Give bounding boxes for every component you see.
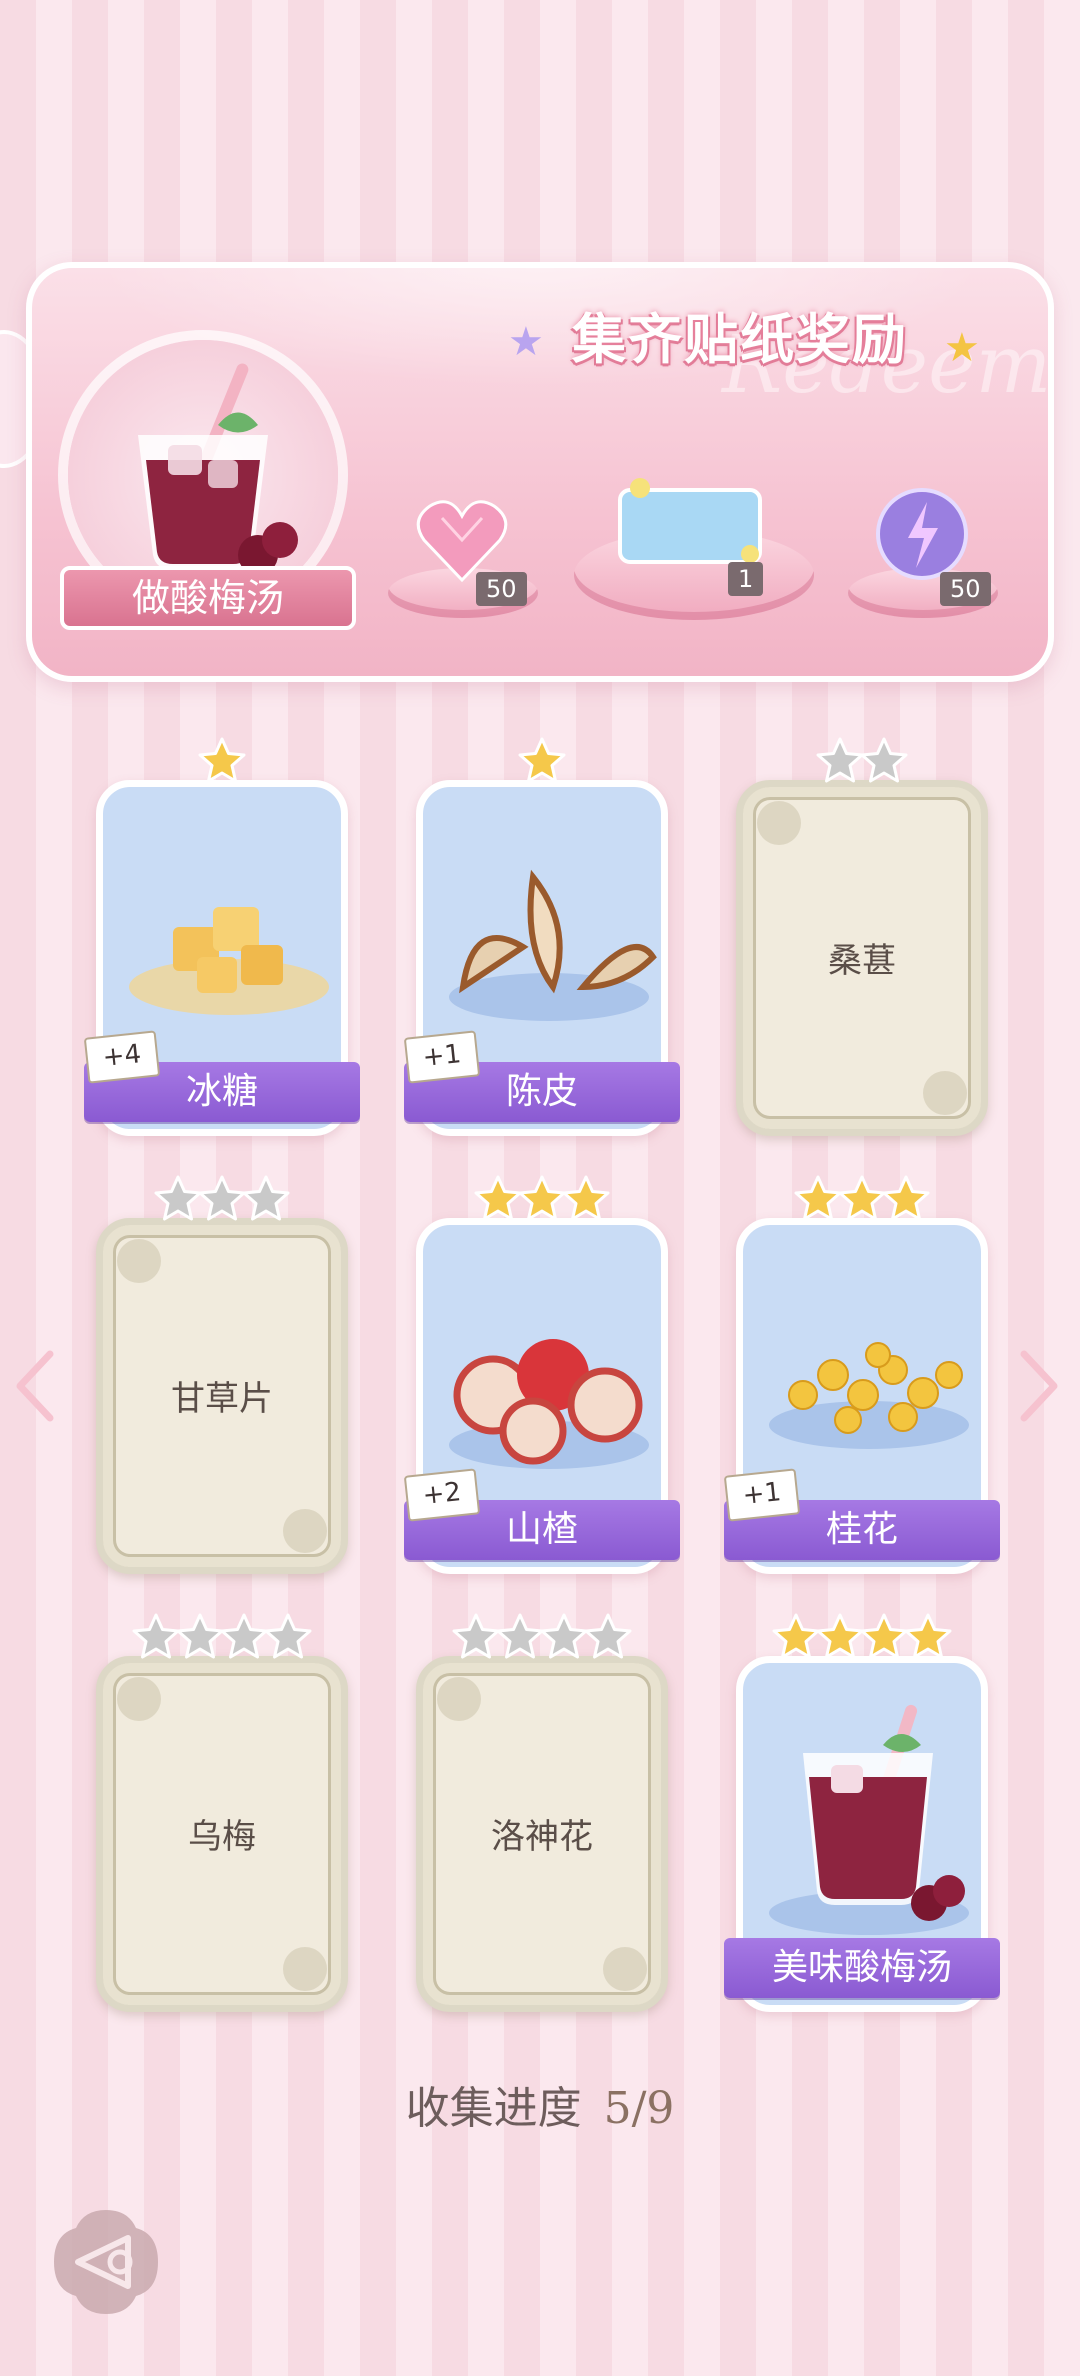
bonus-count-badge: +2 (403, 1468, 481, 1522)
reward-count: 1 (728, 562, 764, 596)
star-rating (416, 1174, 668, 1226)
star-icon (859, 736, 909, 786)
star-icon (197, 736, 247, 786)
gold-star-icon: ★ (944, 325, 980, 371)
sticker-card[interactable]: 桂花 +1 (723, 1175, 1000, 1574)
sticker-card[interactable]: 陈皮 +1 (403, 737, 680, 1136)
prev-page-arrow-icon[interactable] (12, 1346, 58, 1426)
bonus-count-badge: +4 (83, 1030, 161, 1084)
sticker-card[interactable]: 乌梅 (96, 1613, 348, 2012)
sticker-card[interactable]: 甘草片 (96, 1175, 348, 1574)
plum-drink-icon (753, 1673, 981, 1943)
reward-count: 50 (476, 572, 527, 606)
star-icon (495, 1612, 545, 1662)
star-icon (517, 1174, 567, 1224)
reward-gem[interactable]: 50 (384, 480, 544, 620)
card-name: 乌梅 (188, 1817, 256, 1857)
card-name: 洛神花 (491, 1817, 593, 1857)
star-icon (539, 1612, 589, 1662)
hawthorn-icon (433, 1235, 661, 1505)
star-icon (903, 1612, 953, 1662)
star-icon (517, 736, 567, 786)
star-icon (473, 1174, 523, 1224)
star-icon (131, 1612, 181, 1662)
star-rating (736, 1612, 988, 1664)
card-name-ribbon: 美味酸梅汤 (724, 1938, 1000, 1998)
card-frame: 乌梅 (96, 1656, 348, 2012)
sticker-card[interactable]: 美味酸梅汤 (724, 1613, 1000, 2012)
star-rating (96, 1174, 348, 1226)
star-rating (416, 1612, 668, 1664)
card-frame: 桑葚 (736, 780, 988, 1136)
star-icon (793, 1174, 843, 1224)
sticker-card[interactable]: 冰糖 +4 (83, 737, 360, 1136)
star-icon (815, 736, 865, 786)
reward-orb[interactable]: 50 (844, 476, 1004, 620)
lightning-orb-icon (876, 488, 968, 580)
card-frame: 甘草片 (96, 1218, 348, 1574)
star-icon (771, 1612, 821, 1662)
sticker-card[interactable]: 洛神花 (416, 1613, 668, 2012)
reward-count: 50 (940, 572, 991, 606)
sticker-card-icon (618, 478, 762, 564)
collection-progress: 收集进度 5/9 (0, 2072, 1080, 2136)
purple-star-icon: ★ (508, 319, 544, 365)
sticker-card[interactable]: 山楂 +2 (403, 1175, 680, 1574)
star-icon (815, 1612, 865, 1662)
star-icon (583, 1612, 633, 1662)
star-icon (451, 1612, 501, 1662)
back-button[interactable] (48, 2204, 164, 2320)
star-icon (837, 1174, 887, 1224)
bonus-count-badge: +1 (723, 1468, 801, 1522)
progress-label: 收集进度 (405, 2083, 582, 2134)
progress-value: 5/9 (603, 2083, 675, 2134)
osmanthus-icon (753, 1235, 981, 1505)
star-rating (736, 736, 988, 788)
star-icon (241, 1174, 291, 1224)
star-icon (561, 1174, 611, 1224)
star-rating (96, 736, 348, 788)
star-icon (175, 1612, 225, 1662)
bonus-count-badge: +1 (403, 1030, 481, 1084)
card-name: 桑葚 (828, 941, 896, 981)
star-icon (219, 1612, 269, 1662)
sticker-card[interactable]: 桑葚 (736, 737, 988, 1136)
star-rating (416, 736, 668, 788)
star-rating (736, 1174, 988, 1226)
star-icon (859, 1612, 909, 1662)
star-rating (96, 1612, 348, 1664)
banner-title: 集齐贴纸奖励 (572, 308, 908, 371)
dish-name-ribbon: 做酸梅汤 (60, 566, 356, 630)
star-icon (197, 1174, 247, 1224)
reward-sticker[interactable]: 1 (574, 460, 814, 630)
card-frame: 洛神花 (416, 1656, 668, 2012)
dried-peel-icon (433, 797, 661, 1067)
card-name: 甘草片 (171, 1379, 273, 1419)
rock-sugar-icon (113, 797, 341, 1067)
star-icon (263, 1612, 313, 1662)
star-icon (153, 1174, 203, 1224)
next-page-arrow-icon[interactable] (1016, 1346, 1062, 1426)
star-icon (881, 1174, 931, 1224)
